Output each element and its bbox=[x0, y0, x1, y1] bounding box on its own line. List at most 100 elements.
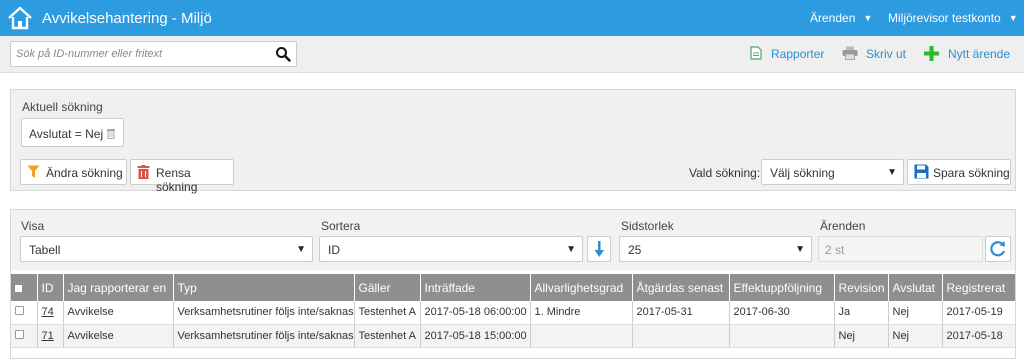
table-cell: Nej bbox=[834, 324, 889, 348]
saved-search-label: Vald sökning: bbox=[689, 166, 761, 180]
floppy-disk-icon bbox=[914, 164, 929, 179]
print-label: Skriv ut bbox=[866, 47, 907, 61]
chevron-down-icon: ▼ bbox=[566, 244, 576, 255]
current-search-panel: Aktuell sökning Avslutat = Nej Ändra sök… bbox=[10, 89, 1016, 194]
search-input[interactable] bbox=[11, 42, 269, 66]
table-cell: Ja bbox=[834, 301, 889, 325]
save-search-button[interactable]: Spara sökning bbox=[907, 159, 1011, 185]
table-cell: 2017-05-18 15:00:00 bbox=[420, 324, 531, 348]
sort-label: Sortera bbox=[321, 219, 361, 233]
search-box bbox=[10, 41, 297, 67]
menu-arenden[interactable]: Ärenden ▼ bbox=[810, 11, 872, 25]
view-label: Visa bbox=[21, 219, 45, 233]
table-cell: 2017-06-30 bbox=[729, 301, 835, 325]
count-label: Ärenden bbox=[820, 219, 866, 233]
toolbar: Rapporter Skriv ut Nytt ärende bbox=[0, 36, 1024, 73]
table-cell: 1. Mindre bbox=[530, 301, 633, 325]
caret-down-icon: ▼ bbox=[863, 13, 873, 23]
sort-down-arrow-icon bbox=[594, 241, 604, 257]
saved-search-select[interactable]: Välj sökning ▼ bbox=[761, 159, 904, 185]
column-header[interactable]: Åtgärdas senast bbox=[632, 274, 730, 301]
page-size-label: Sidstorlek bbox=[621, 219, 674, 233]
column-header[interactable]: Allvarlighetsgrad bbox=[530, 274, 633, 301]
search-icon[interactable] bbox=[275, 46, 291, 62]
case-id-link[interactable]: 71 bbox=[42, 330, 54, 342]
change-search-label: Ändra sökning bbox=[46, 166, 123, 180]
column-header[interactable]: Typ bbox=[173, 274, 355, 301]
current-search-title: Aktuell sökning bbox=[22, 100, 103, 114]
table-cell: 2017-05-18 06:00:00 bbox=[420, 301, 531, 325]
refresh-icon bbox=[990, 241, 1006, 257]
report-doc-icon bbox=[750, 46, 762, 60]
column-header[interactable]: Avslutat bbox=[888, 274, 943, 301]
table-cell: 2017-05-18 bbox=[942, 324, 1015, 348]
new-case-label: Nytt ärende bbox=[948, 47, 1011, 61]
clear-search-button[interactable]: Rensa sökning bbox=[130, 159, 234, 194]
column-header[interactable]: Gäller bbox=[354, 274, 421, 301]
table-cell: Verksamhetsrutiner följs inte/saknas bbox=[173, 324, 355, 348]
table-header-row: ID Jag rapporterar en Typ Gäller Inträff… bbox=[11, 274, 1015, 301]
new-case-button[interactable]: Nytt ärende bbox=[924, 46, 1011, 61]
view-select[interactable]: Tabell ▼ bbox=[20, 236, 313, 262]
table-cell bbox=[729, 324, 835, 348]
menu-user-label: Miljörevisor testkonto bbox=[888, 11, 1001, 25]
view-value: Tabell bbox=[29, 243, 61, 257]
select-all-checkbox[interactable] bbox=[11, 274, 38, 301]
table-cell bbox=[632, 324, 730, 348]
caret-down-icon: ▼ bbox=[1008, 13, 1018, 23]
results-options: Visa Tabell ▼ Sortera ID ▼ Sidstorlek 25… bbox=[11, 210, 1015, 270]
table-cell: Testenhet A bbox=[354, 301, 421, 325]
menu-user[interactable]: Miljörevisor testkonto ▼ bbox=[888, 11, 1018, 25]
filter-chip: Avslutat = Nej bbox=[21, 118, 124, 147]
table-cell: Avvikelse bbox=[63, 324, 174, 348]
count-field: 2 st bbox=[818, 236, 983, 262]
sort-select[interactable]: ID ▼ bbox=[319, 236, 583, 262]
filter-chip-label: Avslutat = Nej bbox=[29, 127, 104, 141]
table-row[interactable]: 71 Avvikelse Verksamhetsrutiner följs in… bbox=[11, 324, 1015, 348]
reports-button[interactable]: Rapporter bbox=[750, 46, 825, 61]
column-header[interactable]: Inträffade bbox=[420, 274, 531, 301]
trash-icon[interactable] bbox=[106, 128, 116, 139]
chevron-down-icon: ▼ bbox=[887, 167, 897, 178]
menu-arenden-label: Ärenden bbox=[810, 11, 856, 25]
row-checkbox[interactable] bbox=[11, 324, 38, 348]
cases-table: ID Jag rapporterar en Typ Gäller Inträff… bbox=[11, 274, 1015, 348]
clear-search-label: Rensa sökning bbox=[156, 166, 198, 194]
sort-value: ID bbox=[328, 243, 340, 257]
reports-label: Rapporter bbox=[771, 47, 825, 61]
print-button[interactable]: Skriv ut bbox=[842, 46, 907, 61]
trash-icon bbox=[137, 165, 150, 179]
column-header[interactable]: Revision bbox=[834, 274, 889, 301]
page-size-value: 25 bbox=[628, 243, 642, 257]
page-size-select[interactable]: 25 ▼ bbox=[619, 236, 812, 262]
column-header[interactable]: Jag rapporterar en bbox=[63, 274, 174, 301]
column-header[interactable]: Effektuppföljning bbox=[729, 274, 835, 301]
home-icon[interactable] bbox=[6, 6, 34, 30]
case-id-link[interactable]: 74 bbox=[42, 306, 54, 318]
app-header: Avvikelsehantering - Miljö Ärenden ▼ Milj… bbox=[0, 0, 1024, 36]
chevron-down-icon: ▼ bbox=[296, 244, 306, 255]
sort-direction-button[interactable] bbox=[587, 236, 611, 262]
chevron-down-icon: ▼ bbox=[795, 244, 805, 255]
saved-search-value: Välj sökning bbox=[770, 166, 835, 180]
save-search-label: Spara sökning bbox=[933, 166, 1010, 180]
table-cell: Nej bbox=[888, 301, 943, 325]
count-value: 2 st bbox=[825, 243, 845, 257]
row-checkbox[interactable] bbox=[11, 301, 38, 325]
table-cell: 2017-05-31 bbox=[632, 301, 730, 325]
table-cell: Testenhet A bbox=[354, 324, 421, 348]
refresh-button[interactable] bbox=[985, 236, 1011, 262]
printer-icon bbox=[842, 46, 858, 60]
plus-icon bbox=[924, 46, 939, 61]
change-search-button[interactable]: Ändra sökning bbox=[20, 159, 127, 185]
app-title: Avvikelsehantering - Miljö bbox=[42, 10, 212, 27]
table-cell: Avvikelse bbox=[63, 301, 174, 325]
column-header[interactable]: Registrerat bbox=[942, 274, 1015, 301]
column-header[interactable]: ID bbox=[37, 274, 64, 301]
table-cell: 2017-05-19 bbox=[942, 301, 1015, 325]
table-cell: Verksamhetsrutiner följs inte/saknas bbox=[173, 301, 355, 325]
results-panel: Visa Tabell ▼ Sortera ID ▼ Sidstorlek 25… bbox=[10, 209, 1016, 359]
table-cell: Nej bbox=[888, 324, 943, 348]
funnel-icon bbox=[27, 165, 40, 178]
table-row[interactable]: 74 Avvikelse Verksamhetsrutiner följs in… bbox=[11, 301, 1015, 325]
